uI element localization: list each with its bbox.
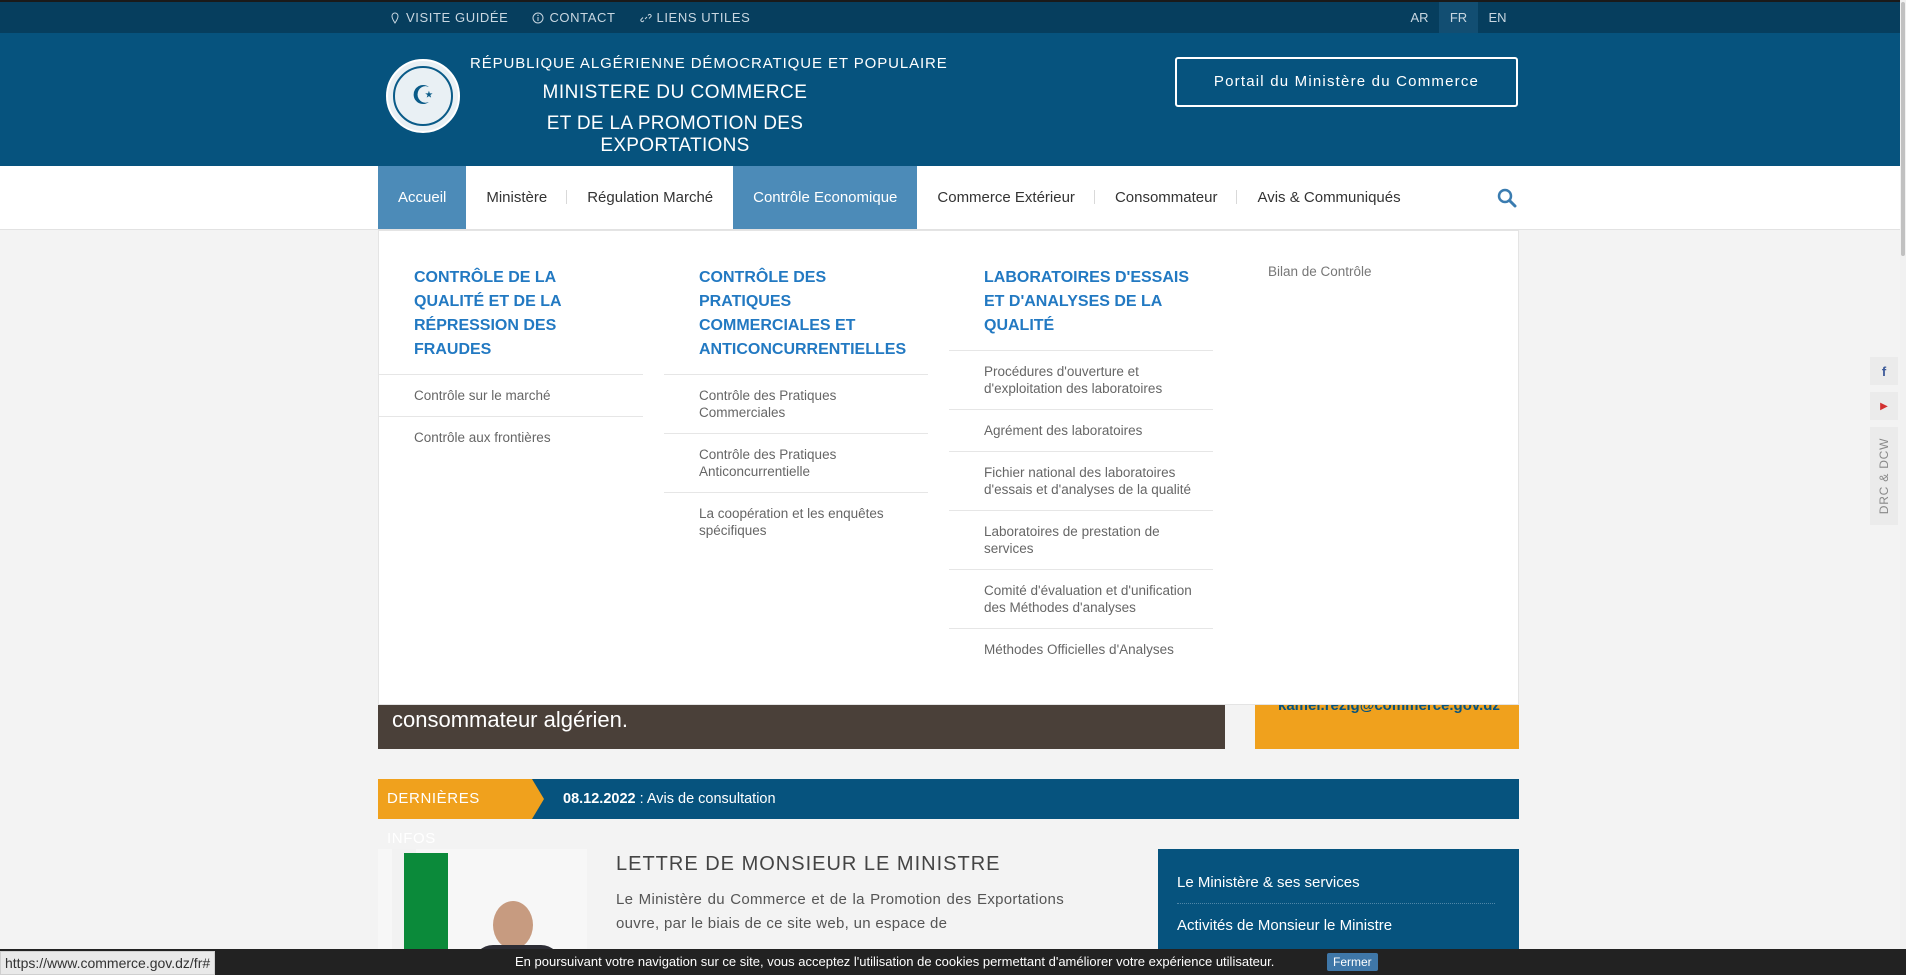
youtube-icon: ▶ xyxy=(1880,400,1888,412)
scrollbar-thumb[interactable] xyxy=(1901,2,1905,256)
column-2-title[interactable]: CONTRÔLE DES PRATIQUES COMMERCIALES ET A… xyxy=(664,231,928,374)
news-ticker: DERNIÈRES INFOS 08.12.2022 : Avis de con… xyxy=(378,779,1519,847)
menu-item-controle-marche[interactable]: Contrôle sur le marché xyxy=(379,374,643,416)
drc-dcw-label: DRC & DCW xyxy=(1877,437,1891,515)
facebook-button[interactable]: f xyxy=(1870,357,1898,385)
ticker-arrow xyxy=(532,779,544,819)
lang-fr[interactable]: FR xyxy=(1439,2,1478,33)
facebook-icon: f xyxy=(1881,363,1887,379)
ticker-label: DERNIÈRES INFOS xyxy=(378,779,532,847)
logo-seal: ☪ xyxy=(393,66,453,126)
site-header xyxy=(0,33,1906,166)
info-icon xyxy=(532,12,544,23)
menu-item-agrement-laboratoires[interactable]: Agrément des laboratoires xyxy=(949,409,1213,451)
cookie-close-button[interactable]: Fermer xyxy=(1327,953,1378,971)
nav-regulation-marche[interactable]: Régulation Marché xyxy=(567,166,733,229)
youtube-button[interactable]: ▶ xyxy=(1870,392,1898,420)
cookie-banner: En poursuivant votre navigation sur ce s… xyxy=(0,949,1906,975)
top-bar: VISITE GUIDÉE CONTACT LIENS UTILES AR FR… xyxy=(0,0,1906,33)
lang-ar[interactable]: AR xyxy=(1400,2,1439,33)
ministry-name-line1: MINISTERE DU COMMERCE xyxy=(542,82,808,103)
dropdown-column-2: CONTRÔLE DES PRATIQUES COMMERCIALES ET A… xyxy=(664,231,928,551)
slider-caption: consommateur algérien. xyxy=(392,707,629,732)
map-pin-icon xyxy=(391,11,399,24)
search-icon[interactable] xyxy=(1497,188,1517,208)
ticker-news-item[interactable]: 08.12.2022 : Avis de consultation xyxy=(563,779,776,819)
letter-title[interactable]: LETTRE DE MONSIEUR LE MINISTRE xyxy=(616,853,1001,876)
main-nav: Accueil Ministère Régulation Marché Cont… xyxy=(0,166,1906,230)
menu-item-pratiques-commerciales[interactable]: Contrôle des Pratiques Commerciales xyxy=(664,374,928,433)
ministry-name-line2: ET DE LA PROMOTION DES EXPORTATIONS xyxy=(546,113,804,156)
controle-economique-dropdown: CONTRÔLE DE LA QUALITÉ ET DE LA RÉPRESSI… xyxy=(378,230,1519,705)
contact-label: CONTACT xyxy=(549,10,616,25)
republic-title: RÉPUBLIQUE ALGÉRIENNE DÉMOCRATIQUE ET PO… xyxy=(470,55,948,72)
menu-item-laboratoires-prestation[interactable]: Laboratoires de prestation de services xyxy=(949,510,1213,569)
quick-link-activites-ministre[interactable]: Activités de Monsieur le Ministre xyxy=(1177,917,1495,934)
ministry-logo[interactable]: ☪ xyxy=(386,59,460,133)
nav-avis-communiques[interactable]: Avis & Communiqués xyxy=(1237,166,1420,229)
drc-dcw-tab[interactable]: DRC & DCW xyxy=(1870,427,1898,525)
nav-accueil[interactable]: Accueil xyxy=(378,166,467,229)
menu-item-methodes-officielles[interactable]: Méthodes Officielles d'Analyses xyxy=(949,628,1213,670)
language-switcher: AR FR EN xyxy=(1400,2,1517,33)
cookie-message: En poursuivant votre navigation sur ce s… xyxy=(515,954,1275,969)
nav-consommateur[interactable]: Consommateur xyxy=(1095,166,1238,229)
minister-head xyxy=(493,901,533,949)
visite-guidee-label: VISITE GUIDÉE xyxy=(406,10,509,25)
visite-guidee-link[interactable]: VISITE GUIDÉE xyxy=(389,10,508,25)
menu-item-procedures-laboratoires[interactable]: Procédures d'ouverture et d'exploitation… xyxy=(949,350,1213,409)
nav-controle-economique[interactable]: Contrôle Economique xyxy=(733,166,918,229)
dropdown-column-3: LABORATOIRES D'ESSAIS ET D'ANALYSES DE L… xyxy=(949,231,1213,670)
ticker-date: 08.12.2022 xyxy=(563,791,636,807)
link-icon xyxy=(639,13,652,22)
nav-ministere[interactable]: Ministère xyxy=(466,166,568,229)
dropdown-column-1: CONTRÔLE DE LA QUALITÉ ET DE LA RÉPRESSI… xyxy=(379,231,643,458)
minister-email-box: kamel.rezig@commerce.gov.dz xyxy=(1255,697,1519,749)
menu-item-bilan-controle[interactable]: Bilan de Contrôle xyxy=(1268,264,1372,279)
liens-utiles-link[interactable]: LIENS UTILES xyxy=(639,10,751,25)
seal-glyph: ☪ xyxy=(411,81,435,111)
menu-item-pratiques-anticoncurrentielle[interactable]: Contrôle des Pratiques Anticoncurrentiel… xyxy=(664,433,928,492)
menu-item-comite-evaluation[interactable]: Comité d'évaluation et d'unification des… xyxy=(949,569,1213,628)
ticker-text: : Avis de consultation xyxy=(635,791,776,807)
contact-link[interactable]: CONTACT xyxy=(532,10,615,25)
nav-commerce-exterieur[interactable]: Commerce Extérieur xyxy=(917,166,1095,229)
menu-item-cooperation-enquetes[interactable]: La coopération et les enquêtes spécifiqu… xyxy=(664,492,928,551)
column-1-title[interactable]: CONTRÔLE DE LA QUALITÉ ET DE LA RÉPRESSI… xyxy=(379,231,643,374)
nav-items: Accueil Ministère Régulation Marché Cont… xyxy=(378,166,1421,229)
status-bar-url: https://www.commerce.gov.dz/fr# xyxy=(0,951,216,975)
portal-button[interactable]: Portail du Ministère du Commerce xyxy=(1175,57,1518,107)
column-3-title[interactable]: LABORATOIRES D'ESSAIS ET D'ANALYSES DE L… xyxy=(949,231,1213,350)
quick-link-ministere-services[interactable]: Le Ministère & ses services xyxy=(1177,874,1495,904)
liens-utiles-label: LIENS UTILES xyxy=(656,10,751,25)
menu-item-controle-frontieres[interactable]: Contrôle aux frontières xyxy=(379,416,643,458)
menu-item-fichier-national[interactable]: Fichier national des laboratoires d'essa… xyxy=(949,451,1213,510)
letter-text: Le Ministère du Commerce et de la Promot… xyxy=(616,891,1064,932)
top-links: VISITE GUIDÉE CONTACT LIENS UTILES xyxy=(389,2,750,33)
lang-en[interactable]: EN xyxy=(1478,2,1517,33)
